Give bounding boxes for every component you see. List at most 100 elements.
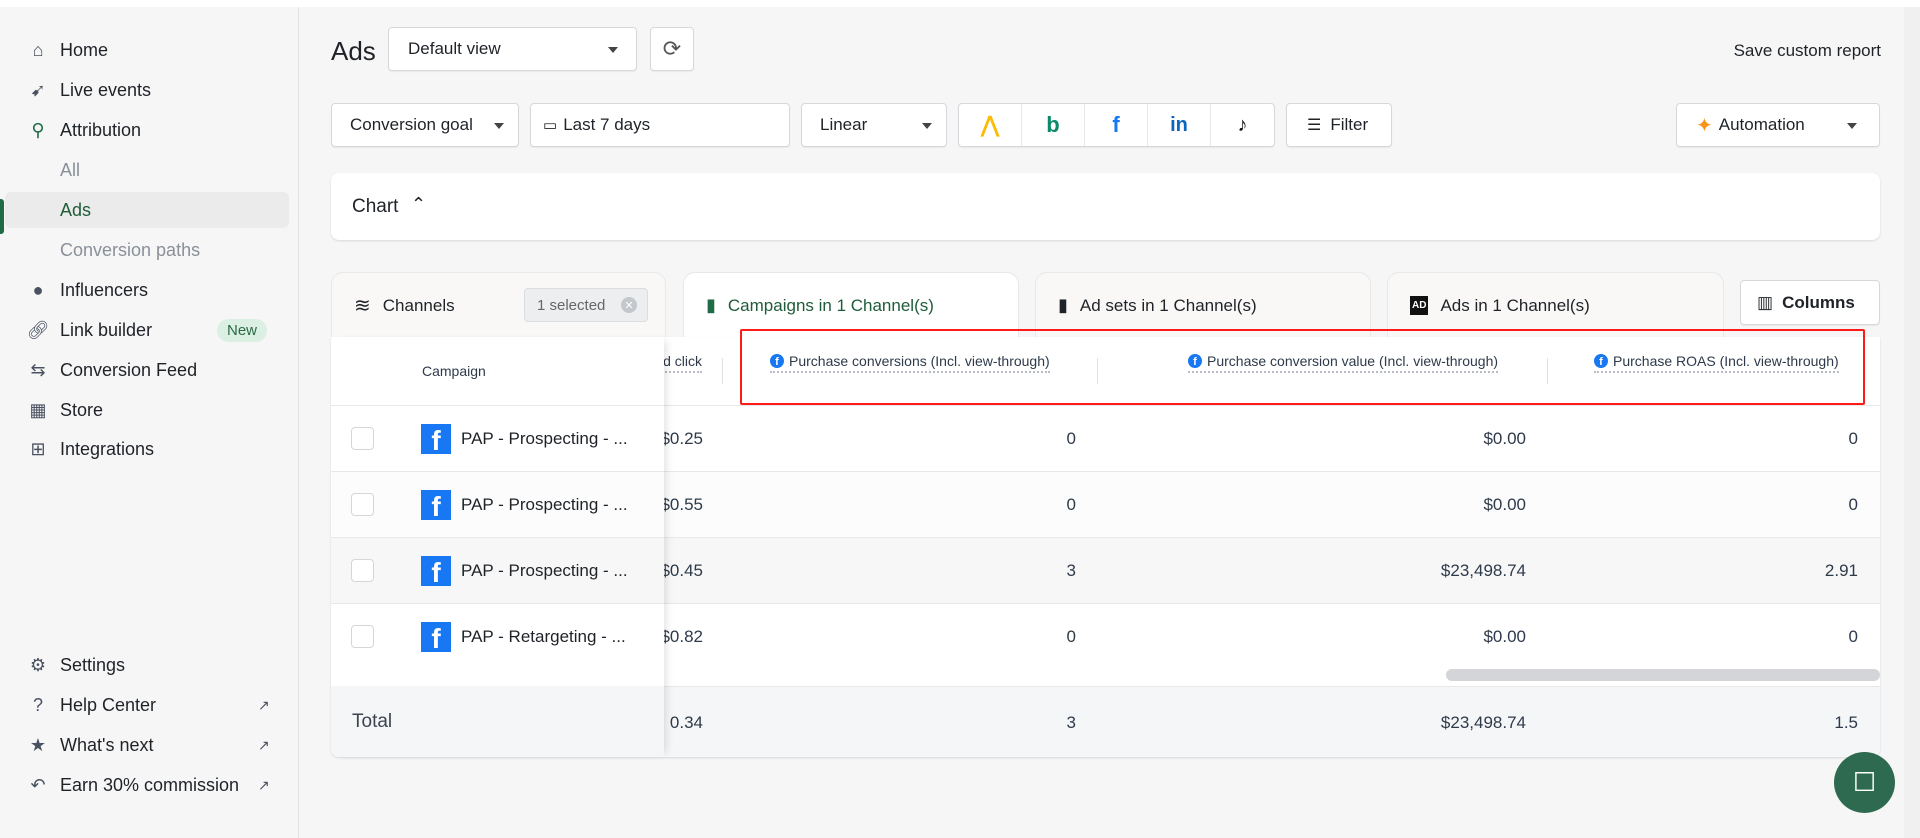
sidebar-item-ads[interactable]: Ads [5, 192, 289, 228]
sidebar-item-influencers[interactable]: ● Influencers [0, 272, 299, 308]
purchase-conversion-value: $0.00 [1483, 627, 1526, 646]
google-ads-icon[interactable]: ⋀ [959, 104, 1022, 146]
filter-button[interactable]: ☰ Filter [1286, 103, 1392, 147]
row-checkbox[interactable] [351, 625, 374, 648]
ad-icon: AD [1410, 296, 1429, 315]
purchase-conversions: 0 [1066, 495, 1076, 514]
sparkle-icon: ✦ [1696, 114, 1713, 137]
purchase-conversion-value: $0.00 [1483, 495, 1526, 514]
facebook-icon: f [421, 555, 451, 586]
purchase-conversions: 0 [1066, 429, 1076, 448]
star-icon: ★ [29, 734, 47, 755]
facebook-icon: f [421, 621, 451, 652]
horizontal-scrollbar[interactable] [1446, 669, 1880, 681]
facebook-icon[interactable]: f [1085, 104, 1148, 146]
external-link-icon: ↗ [258, 776, 270, 793]
total-label: Total [352, 710, 393, 732]
palette-icon: ● [32, 279, 44, 300]
purchase-roas: 0 [1848, 495, 1858, 514]
clear-icon[interactable]: ✕ [621, 297, 637, 313]
row-checkbox[interactable] [351, 427, 374, 450]
sidebar-item-live-events[interactable]: ➹ Live events [0, 72, 299, 108]
link-icon: 🔗︎ [26, 319, 50, 340]
purchase-conversion-value: $0.00 [1483, 429, 1526, 448]
sidebar-item-whats-next[interactable]: ★ What's next ↗ [0, 727, 299, 763]
document-icon: ▮ [706, 295, 716, 315]
filter-icon: ☰ [1307, 117, 1322, 134]
sidebar-item-link-builder[interactable]: 🔗︎ Link builder New [0, 312, 299, 348]
refresh-button[interactable]: ⟳ [650, 27, 694, 71]
columns-icon: ▥ [1757, 292, 1774, 312]
sidebar-item-help-center[interactable]: ? Help Center ↗ [0, 687, 299, 723]
columns-button[interactable]: ▥ Columns [1740, 280, 1880, 325]
column-divider [722, 358, 723, 384]
total-label-cell: Total [331, 686, 664, 757]
attribution-model-select[interactable]: Linear [801, 103, 947, 147]
chat-button[interactable]: ☐ [1834, 752, 1895, 813]
channel-filter-group: ⋀ b f in ♪ [958, 103, 1275, 147]
sidebar-item-home[interactable]: ⌂ Home [0, 32, 299, 68]
grid-plus-icon: ⊞ [30, 438, 46, 459]
chevron-up-icon[interactable]: ⌃ [411, 194, 426, 215]
calendar-icon: ▭ [543, 117, 558, 134]
campaign-header-cell: Campaign [331, 337, 664, 405]
caret-down-icon [1847, 123, 1857, 129]
sidebar-item-store[interactable]: ▦ Store [0, 392, 299, 428]
store-icon: ▦ [29, 399, 47, 420]
automation-button[interactable]: ✦ Automation [1676, 103, 1880, 147]
cursor-click-icon: ➹ [30, 79, 46, 100]
gear-icon: ⚙ [29, 654, 47, 675]
purchase-roas: 0 [1848, 429, 1858, 448]
sidebar-item-conversion-feed[interactable]: ⇆ Conversion Feed [0, 352, 299, 388]
purchase-roas: 2.91 [1824, 561, 1858, 580]
save-custom-report-link[interactable]: Save custom report [1734, 41, 1881, 61]
linkedin-icon[interactable]: in [1148, 104, 1211, 146]
attribution-icon: ⚲ [31, 119, 45, 140]
highlight-box [740, 329, 1865, 405]
campaign-cell: f PAP - Prospecting - ... [331, 471, 664, 537]
campaign-name[interactable]: PAP - Prospecting - ... [461, 495, 628, 515]
caret-down-icon [608, 47, 618, 53]
total-purchase-conversion-value: $23,498.74 [1440, 712, 1526, 732]
new-badge: New [217, 318, 268, 342]
layers-icon: ≋ [354, 295, 371, 317]
external-link-icon: ↗ [258, 736, 270, 753]
chart-panel[interactable]: Chart ⌃ [331, 173, 1880, 240]
sidebar-item-settings[interactable]: ⚙ Settings [0, 647, 299, 683]
sidebar-item-earn-commission[interactable]: ↶ Earn 30% commission ↗ [0, 767, 299, 803]
selected-chip[interactable]: 1 selected ✕ [524, 288, 648, 322]
campaign-name[interactable]: PAP - Retargeting - ... [461, 627, 626, 647]
campaign-name[interactable]: PAP - Prospecting - ... [461, 561, 628, 581]
row-checkbox[interactable] [351, 559, 374, 582]
date-range-picker[interactable]: ▭ Last 7 days [530, 103, 790, 147]
top-bar [0, 0, 1920, 7]
external-link-icon: ↗ [258, 696, 270, 713]
campaign-cell: f PAP - Prospecting - ... [331, 405, 664, 471]
page-title: Ads [331, 36, 376, 66]
conversion-goal-select[interactable]: Conversion goal [331, 103, 519, 147]
sidebar-item-all[interactable]: All [0, 152, 299, 188]
tiktok-icon[interactable]: ♪ [1211, 104, 1274, 146]
sidebar-item-attribution[interactable]: ⚲ Attribution [0, 112, 299, 148]
tab-channels[interactable]: ≋ Channels 1 selected ✕ [331, 272, 666, 338]
campaign-cell: f PAP - Retargeting - ... [331, 603, 664, 669]
refresh-icon: ⟳ [662, 36, 682, 61]
sidebar-item-integrations[interactable]: ⊞ Integrations [0, 431, 299, 467]
purchase-conversions: 0 [1066, 627, 1076, 646]
row-checkbox[interactable] [351, 493, 374, 516]
facebook-icon: f [421, 489, 451, 520]
page-scrollbar[interactable] [1904, 7, 1920, 838]
sidebar: ⌂ Home ➹ Live events ⚲ Attribution All Ads … [0, 7, 299, 838]
bing-icon[interactable]: b [1022, 104, 1085, 146]
frozen-campaign-column: Campaign f PAP - Prospecting - ... f PAP… [331, 337, 664, 757]
total-purchase-roas: 1.5 [1834, 712, 1858, 732]
view-select[interactable]: Default view [388, 27, 637, 71]
chart-toggle-label: Chart [352, 196, 399, 217]
total-purchase-conversions: 3 [1066, 712, 1076, 732]
receipt-icon: ↶ [30, 774, 46, 795]
column-header-campaign[interactable]: Campaign [422, 363, 486, 379]
sidebar-item-conversion-paths[interactable]: Conversion paths [0, 232, 299, 268]
campaign-name[interactable]: PAP - Prospecting - ... [461, 429, 628, 449]
question-icon: ? [32, 694, 43, 715]
caret-down-icon [922, 123, 932, 129]
